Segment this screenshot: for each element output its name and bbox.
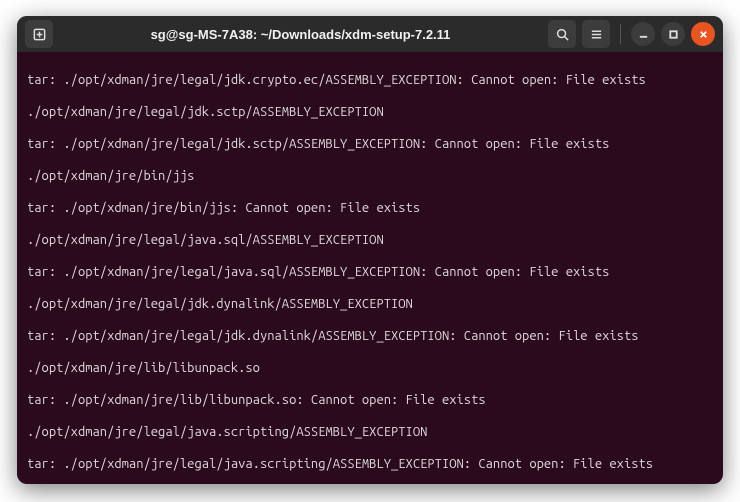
terminal-line: ./opt/xdman/jre/lib/libunpack.so (27, 360, 715, 376)
new-tab-button[interactable] (25, 20, 53, 48)
terminal-line: tar: ./opt/xdman/jre/legal/jdk.sctp/ASSE… (27, 136, 715, 152)
titlebar-separator (620, 24, 621, 44)
terminal-line: ./opt/xdman/jre/legal/java.scripting/ASS… (27, 424, 715, 440)
hamburger-icon (589, 27, 604, 42)
maximize-icon (668, 29, 679, 40)
terminal-line: ./opt/xdman/jre/legal/jdk.dynalink/ASSEM… (27, 296, 715, 312)
close-icon (698, 29, 709, 40)
terminal-body[interactable]: tar: ./opt/xdman/jre/legal/jdk.crypto.ec… (17, 52, 723, 484)
window-title: sg@sg-MS-7A38: ~/Downloads/xdm-setup-7.2… (53, 27, 548, 42)
terminal-line: tar: ./opt/xdman/jre/legal/java.scriptin… (27, 456, 715, 472)
terminal-line: ./opt/xdman/jre/legal/jdk.sctp/ASSEMBLY_… (27, 104, 715, 120)
search-button[interactable] (548, 20, 576, 48)
terminal-line: ./opt/xdman/jre/bin/jjs (27, 168, 715, 184)
hamburger-menu-button[interactable] (582, 20, 610, 48)
terminal-line: tar: ./opt/xdman/jre/legal/jdk.crypto.ec… (27, 72, 715, 88)
terminal-window: sg@sg-MS-7A38: ~/Downloads/xdm-setup-7.2… (17, 16, 723, 484)
close-button[interactable] (691, 22, 715, 46)
minimize-icon (638, 29, 649, 40)
maximize-button[interactable] (661, 22, 685, 46)
minimize-button[interactable] (631, 22, 655, 46)
search-icon (555, 27, 570, 42)
terminal-line: tar: ./opt/xdman/jre/bin/jjs: Cannot ope… (27, 200, 715, 216)
terminal-line: tar: ./opt/xdman/jre/lib/libunpack.so: C… (27, 392, 715, 408)
titlebar: sg@sg-MS-7A38: ~/Downloads/xdm-setup-7.2… (17, 16, 723, 52)
terminal-line: ./opt/xdman/jre/legal/java.sql/ASSEMBLY_… (27, 232, 715, 248)
terminal-line: tar: ./opt/xdman/jre/legal/java.sql/ASSE… (27, 264, 715, 280)
terminal-line: tar: ./opt/xdman/jre/legal/jdk.dynalink/… (27, 328, 715, 344)
new-tab-icon (32, 27, 47, 42)
